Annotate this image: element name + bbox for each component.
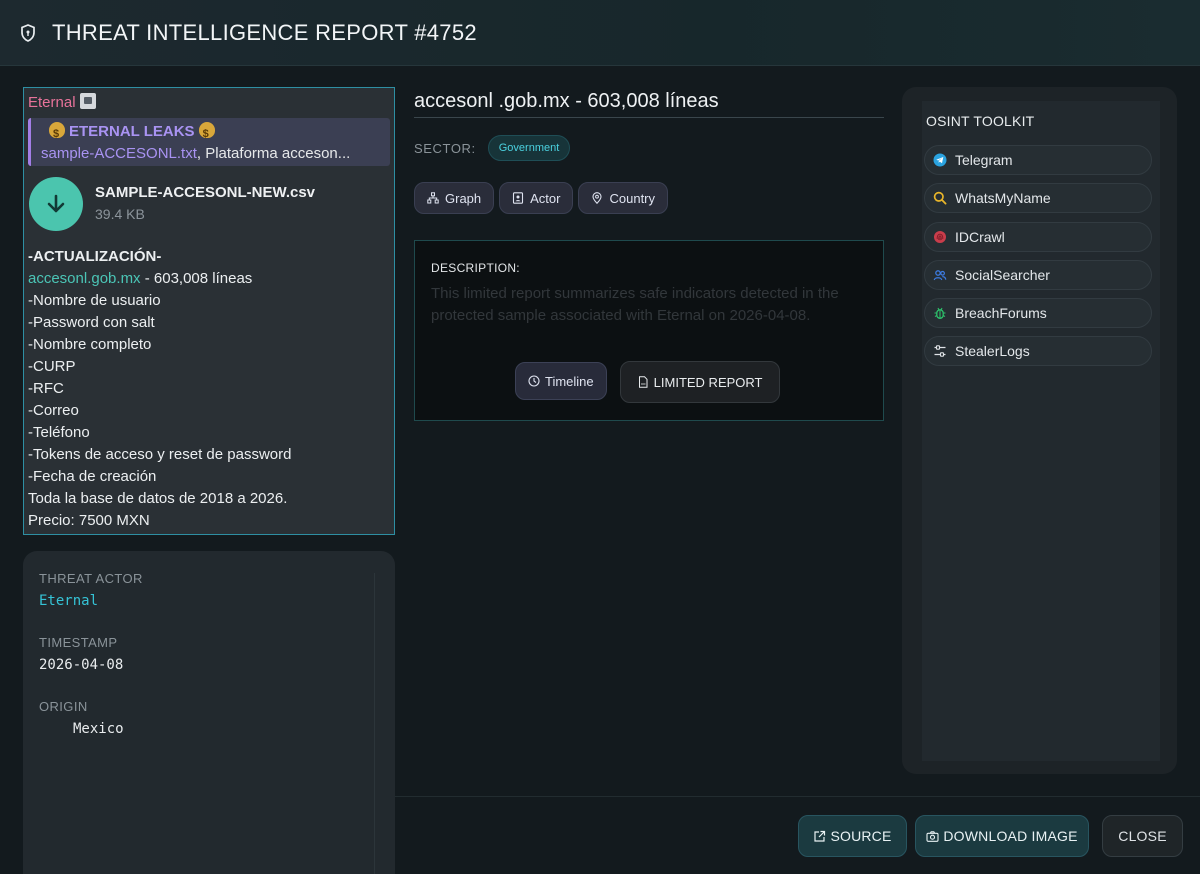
field-line: -Fecha de creación	[28, 468, 157, 485]
field-line: -RFC	[28, 380, 64, 397]
money-bag-icon	[49, 122, 65, 145]
panel-divider	[374, 573, 375, 874]
download-image-button[interactable]: DOWNLOAD IMAGE	[915, 815, 1089, 857]
map-pin-icon	[591, 192, 603, 204]
description-label: DESCRIPTION:	[431, 261, 520, 275]
graph-icon	[427, 192, 439, 204]
file-attachment: SAMPLE-ACCESONL-NEW.csv 39.4 KB	[28, 174, 390, 234]
report-title: THREAT INTELLIGENCE REPORT #4752	[52, 19, 477, 45]
actor-label: Actor	[530, 190, 561, 206]
file-size: 39.4 KB	[95, 206, 145, 222]
update-line: -ACTUALIZACIÓN-	[28, 248, 162, 265]
shield-icon	[18, 23, 38, 43]
threat-actor-label: THREAT ACTOR	[39, 571, 143, 586]
limited-report-label: LIMITED REPORT	[653, 374, 763, 390]
graph-label: Graph	[445, 190, 482, 206]
tool-telegram[interactable]: Telegram	[924, 145, 1152, 175]
sector-label: SECTOR:	[414, 140, 476, 156]
bug-icon	[933, 306, 947, 320]
line-count: - 603,008 líneas	[140, 270, 253, 287]
source-label: SOURCE	[830, 828, 892, 844]
tool-label: IDCrawl	[955, 228, 1005, 245]
osint-tool-list: Telegram WhatsMyName IDCrawl SocialSearc…	[924, 145, 1155, 367]
tool-idcrawl[interactable]: IDCrawl	[924, 221, 1152, 252]
sliders-icon	[933, 344, 947, 358]
reply-file-link: sample-ACCESONL.txt	[41, 145, 197, 162]
tool-breachforums[interactable]: BreachForums	[924, 298, 1152, 329]
domain-line: accesonl.gob.mx - 603,008 líneas	[28, 268, 390, 290]
file-icon	[637, 376, 649, 388]
timestamp-label: TIMESTAMP	[39, 635, 118, 650]
telegram-icon	[933, 153, 947, 167]
bot-icon	[79, 93, 96, 109]
threat-actor-value: Eternal	[39, 593, 99, 609]
download-arrow-icon	[29, 177, 83, 231]
field-line: -Teléfono	[28, 424, 90, 441]
tool-whatsmyname[interactable]: WhatsMyName	[924, 183, 1152, 214]
country-label: Country	[609, 190, 656, 206]
limited-report-button[interactable]: LIMITED REPORT	[619, 361, 780, 403]
sector-badge: Government	[487, 135, 571, 161]
author-name: Eternal	[28, 94, 76, 111]
source-message-preview: Eternal ETERNAL LEAKS sample-ACCESONL.tx…	[23, 87, 395, 535]
tool-label: StealerLogs	[955, 343, 1030, 360]
tool-label: SocialSearcher	[955, 266, 1050, 283]
action-chips: Graph Actor Country	[414, 182, 884, 214]
description-panel: DESCRIPTION: This limited report summari…	[414, 240, 884, 421]
details-panel: THREAT ACTOR Eternal TIMESTAMP 2026-04-0…	[23, 551, 395, 874]
close-button[interactable]: CLOSE	[1102, 815, 1183, 857]
country-button[interactable]: Country	[578, 182, 669, 214]
report-main: accesonl .gob.mx - 603,008 líneas SECTOR…	[414, 86, 884, 214]
message-body: -ACTUALIZACIÓN- accesonl.gob.mx - 603,00…	[28, 246, 390, 532]
modal-footer: SOURCE DOWNLOAD IMAGE CLOSE	[395, 796, 1200, 874]
field-line: -CURP	[28, 358, 76, 375]
field-line: -Tokens de acceso y reset de password	[28, 446, 292, 463]
tool-socialsearcher[interactable]: SocialSearcher	[924, 259, 1152, 290]
users-icon	[933, 268, 947, 282]
timestamp-value: 2026-04-08	[39, 657, 124, 673]
osint-title: OSINT TOOLKIT	[926, 113, 1035, 129]
source-button[interactable]: SOURCE	[798, 815, 907, 857]
money-bag-icon	[198, 122, 215, 145]
date-range-line: Toda la base de datos de 2018 a 2026.	[28, 490, 288, 507]
tool-label: WhatsMyName	[955, 190, 1051, 207]
timeline-button[interactable]: Timeline	[515, 362, 607, 400]
download-image-label: DOWNLOAD IMAGE	[943, 828, 1078, 844]
clock-icon	[528, 375, 540, 387]
file-name: SAMPLE-ACCESONL-NEW.csv	[95, 184, 316, 201]
reply-title: ETERNAL LEAKS	[41, 121, 382, 145]
field-line: -Nombre de usuario	[28, 292, 161, 309]
field-line: -Nombre completo	[28, 336, 152, 353]
id-card-icon	[512, 192, 524, 204]
graph-button[interactable]: Graph	[414, 182, 495, 214]
tool-stealerlogs[interactable]: StealerLogs	[924, 336, 1152, 367]
camera-icon	[926, 830, 939, 843]
leak-title: accesonl .gob.mx - 603,008 líneas	[414, 86, 884, 118]
reply-preview-text: , Plataforma acceson...	[196, 145, 351, 162]
magnifier-icon	[933, 191, 947, 205]
origin-value: Mexico	[73, 721, 124, 737]
close-label: CLOSE	[1118, 828, 1167, 844]
tool-label: BreachForums	[955, 305, 1047, 322]
field-line: -Correo	[28, 402, 79, 419]
timeline-label: Timeline	[545, 373, 594, 389]
sector-row: SECTOR: Government	[414, 134, 884, 162]
reply-preview: sample-ACCESONL.txt, Plataforma acceson.…	[41, 143, 382, 165]
description-text: This limited report summarizes safe indi…	[431, 285, 839, 324]
domain-link: accesonl.gob.mx	[28, 270, 141, 287]
reply-quote: ETERNAL LEAKS sample-ACCESONL.txt, Plata…	[28, 118, 390, 166]
actor-button[interactable]: Actor	[499, 182, 574, 214]
field-line: -Password con salt	[28, 314, 155, 331]
osint-toolkit-panel: OSINT TOOLKIT Telegram WhatsMyName IDCra…	[902, 87, 1177, 774]
report-header: THREAT INTELLIGENCE REPORT #4752	[0, 0, 1200, 66]
price-line: Precio: 7500 MXN	[28, 512, 150, 529]
message-author: Eternal	[28, 92, 390, 116]
fingerprint-icon	[933, 230, 947, 244]
reply-title-text: ETERNAL LEAKS	[69, 123, 195, 140]
tool-label: Telegram	[955, 152, 1013, 168]
external-link-icon	[813, 830, 826, 843]
origin-label: ORIGIN	[39, 699, 88, 714]
